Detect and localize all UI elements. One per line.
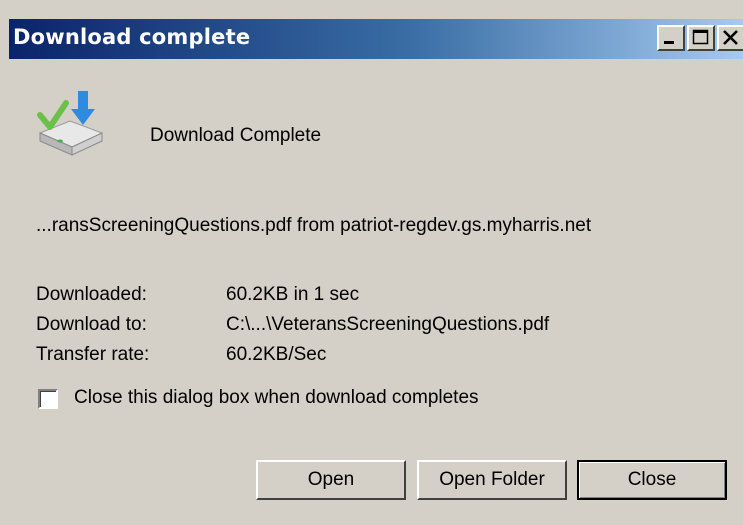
close-on-complete-label[interactable]: Close this dialog box when download comp… bbox=[74, 387, 479, 409]
download-headline: Download Complete bbox=[150, 125, 322, 146]
download-complete-dialog: Download complete Download Complete ...r… bbox=[0, 0, 743, 525]
close-window-button[interactable] bbox=[717, 25, 743, 51]
file-source-text: ...ransScreeningQuestions.pdf from patri… bbox=[36, 215, 592, 236]
window-title: Download complete bbox=[13, 25, 251, 49]
transfer-rate-label: Transfer rate: bbox=[36, 344, 150, 365]
close-button[interactable]: Close bbox=[577, 460, 727, 500]
minimize-button[interactable] bbox=[657, 25, 685, 51]
downloaded-label: Downloaded: bbox=[36, 284, 147, 305]
close-on-complete-checkbox[interactable] bbox=[38, 389, 58, 409]
maximize-button[interactable] bbox=[687, 25, 715, 51]
download-to-value: C:\...\VeteransScreeningQuestions.pdf bbox=[226, 314, 550, 335]
title-bar[interactable]: Download complete bbox=[9, 19, 743, 59]
transfer-rate-value: 60.2KB/Sec bbox=[226, 344, 327, 365]
downloaded-value: 60.2KB in 1 sec bbox=[226, 284, 360, 305]
open-button[interactable]: Open bbox=[256, 460, 406, 500]
download-complete-icon bbox=[30, 89, 108, 159]
download-to-label: Download to: bbox=[36, 314, 147, 335]
open-folder-button[interactable]: Open Folder bbox=[417, 460, 567, 500]
